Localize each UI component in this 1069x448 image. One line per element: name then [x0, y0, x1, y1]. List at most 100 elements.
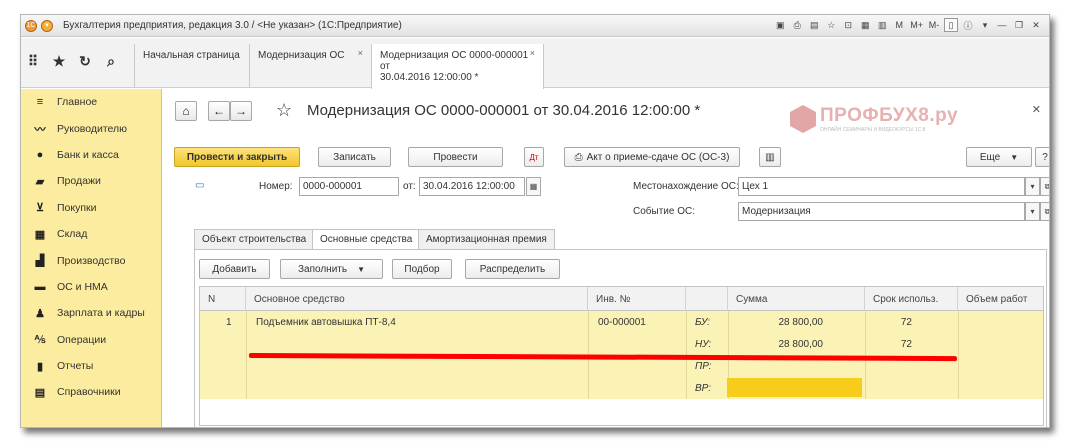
minimize-icon[interactable]: —	[995, 18, 1009, 32]
location-field[interactable]: Цех 1	[738, 177, 1025, 196]
close-form-icon[interactable]: ✕	[1032, 103, 1041, 116]
restore-icon[interactable]: ❐	[1012, 18, 1026, 32]
sidebar-item-director[interactable]: 〰 Руководителю	[21, 115, 161, 141]
panels-icon[interactable]: ▯	[944, 18, 958, 32]
memory-plus-button[interactable]: M+	[909, 18, 924, 32]
sidebar-item-salary[interactable]: ♟ Зарплата и кадры	[21, 300, 161, 326]
tab-modernization-doc[interactable]: Модернизация ОС 0000-000001 от 30.04.201…	[371, 44, 544, 89]
sidebar-item-label: Справочники	[57, 386, 121, 399]
title-bar: 1С ▾ Бухгалтерия предприятия, редакция 3…	[21, 15, 1049, 37]
fixed-assets-panel: Добавить Заполнить ▼ Подбор Распределить…	[194, 249, 1047, 427]
window-title: Бухгалтерия предприятия, редакция 3.0 / …	[63, 20, 402, 31]
fill-button[interactable]: Заполнить ▼	[280, 259, 383, 279]
column-header-n[interactable]: N	[200, 287, 246, 311]
forward-button[interactable]: →	[230, 101, 252, 121]
column-header-sum[interactable]: Сумма	[728, 287, 865, 311]
menu-arrow-icon[interactable]: ▾	[41, 19, 53, 32]
search-icon[interactable]: ⌕	[103, 52, 119, 70]
calendar-icon[interactable]: ▦	[858, 18, 872, 32]
sidebar-item-references[interactable]: ▤ Справочники	[21, 379, 161, 405]
asset-name[interactable]: Подъемник автовышка ПТ-8,4	[256, 317, 396, 328]
save-icon[interactable]: ▣	[773, 18, 787, 32]
print-icon[interactable]: ⎙	[790, 18, 804, 32]
more-button[interactable]: Еще ▼	[966, 147, 1032, 167]
apps-grid-icon[interactable]: ⠿	[25, 52, 41, 70]
tab-label-line2: 30.04.2016 12:00:00 *	[380, 72, 479, 83]
sidebar-item-purchases[interactable]: ⊻ Покупки	[21, 195, 161, 221]
sidebar-item-reports[interactable]: ▮ Отчеты	[21, 353, 161, 379]
home-button[interactable]: ⌂	[175, 101, 197, 121]
tab-label: Модернизация ОС	[258, 50, 345, 61]
status-icon: ▭	[195, 180, 205, 191]
select-button[interactable]: Подбор	[392, 259, 452, 279]
sidebar-item-main[interactable]: ≡ Главное	[21, 89, 161, 115]
star-icon[interactable]: ★	[51, 52, 67, 70]
event-dropdown-icon[interactable]: ▾	[1025, 202, 1040, 221]
tab-home[interactable]: Начальная страница	[134, 44, 249, 88]
factory-icon: ▟	[35, 255, 45, 268]
tab-construction-object[interactable]: Объект строительства	[194, 229, 315, 249]
add-button[interactable]: Добавить	[199, 259, 270, 279]
number-field[interactable]: 0000-000001	[299, 177, 399, 196]
column-header-type[interactable]	[686, 287, 728, 311]
column-header-asset[interactable]: Основное средство	[246, 287, 588, 311]
tab-depreciation-bonus[interactable]: Амортизационная премия	[418, 229, 555, 249]
app-logo-icon[interactable]: 1С	[25, 19, 37, 32]
column-header-inv[interactable]: Инв. №	[588, 287, 686, 311]
help-button[interactable]: ?	[1035, 147, 1049, 167]
close-tab-icon[interactable]: ×	[530, 48, 535, 58]
column-header-volume[interactable]: Объем работ	[958, 287, 1043, 311]
cart-icon: ⊻	[35, 202, 45, 215]
sidebar-item-bank[interactable]: ● Банк и касса	[21, 142, 161, 168]
sum-bu[interactable]: 28 800,00	[779, 317, 824, 328]
table-header: N Основное средство Инв. № Сумма Срок ис…	[200, 287, 1043, 311]
print-act-button[interactable]: ⎙ Акт о приеме-сдаче ОС (ОС-3)	[564, 147, 740, 167]
post-button[interactable]: Провести	[408, 147, 503, 167]
sidebar-item-fixed-assets[interactable]: ▬ ОС и НМА	[21, 274, 161, 300]
print-act-label: Акт о приеме-сдаче ОС (ОС-3)	[586, 151, 730, 163]
tab-fixed-assets[interactable]: Основные средства	[312, 229, 421, 250]
selected-cell[interactable]	[727, 378, 862, 397]
dropdown-icon[interactable]: ▾	[978, 18, 992, 32]
sidebar-item-production[interactable]: ▟ Производство	[21, 247, 161, 273]
dt-kt-icon[interactable]: Дт	[524, 147, 544, 167]
arrow-right-icon: →	[235, 104, 247, 118]
term-bu[interactable]: 72	[901, 317, 912, 328]
term-nu[interactable]: 72	[901, 339, 912, 350]
preview-icon[interactable]: ▤	[807, 18, 821, 32]
accounting-type-vr: ВР:	[695, 383, 712, 394]
tab-modernization-list[interactable]: Модернизация ОС ×	[249, 44, 371, 88]
location-dropdown-icon[interactable]: ▾	[1025, 177, 1040, 196]
sidebar-item-warehouse[interactable]: ▦ Склад	[21, 221, 161, 247]
info-icon[interactable]: ⓘ	[961, 18, 975, 32]
save-button[interactable]: Записать	[318, 147, 391, 167]
accounting-type-nu: НУ:	[695, 339, 712, 350]
report-icon[interactable]: ▥	[759, 147, 781, 167]
memory-m-button[interactable]: M	[892, 18, 906, 32]
printer-icon: ⎙	[574, 151, 583, 163]
event-open-icon[interactable]: ⧉	[1040, 202, 1049, 221]
close-tab-icon[interactable]: ×	[358, 48, 363, 58]
post-and-close-button[interactable]: Провести и закрыть	[174, 147, 300, 167]
logo-subtitle: ОНЛАЙН СЕМИНАРЫ И ВИДЕОКУРСЫ 1С:8	[820, 127, 926, 133]
calculator-icon[interactable]: ▥	[875, 18, 889, 32]
app-window: 1С ▾ Бухгалтерия предприятия, редакция 3…	[20, 14, 1050, 428]
favorite-icon[interactable]: ☆	[824, 18, 838, 32]
link-icon[interactable]: ⊡	[841, 18, 855, 32]
distribute-button[interactable]: Распределить	[465, 259, 560, 279]
sidebar-item-operations[interactable]: ⅍ Операции	[21, 327, 161, 353]
book-icon: ▤	[34, 386, 46, 399]
memory-minus-button[interactable]: M-	[927, 18, 941, 32]
location-open-icon[interactable]: ⧉	[1040, 177, 1049, 196]
back-button[interactable]: ←	[208, 101, 230, 121]
column-header-term[interactable]: Срок использ.	[865, 287, 958, 311]
history-icon[interactable]: ↻	[77, 52, 93, 70]
favorite-star-icon[interactable]: ☆	[276, 100, 292, 121]
calendar-picker-icon[interactable]: ▦	[526, 177, 541, 196]
date-field[interactable]: 30.04.2016 12:00:00	[419, 177, 525, 196]
sidebar-item-label: Руководителю	[57, 122, 128, 135]
event-field[interactable]: Модернизация	[738, 202, 1025, 221]
sidebar-item-sales[interactable]: ▰ Продажи	[21, 168, 161, 194]
close-window-icon[interactable]: ✕	[1029, 18, 1043, 32]
sum-nu[interactable]: 28 800,00	[779, 339, 824, 350]
